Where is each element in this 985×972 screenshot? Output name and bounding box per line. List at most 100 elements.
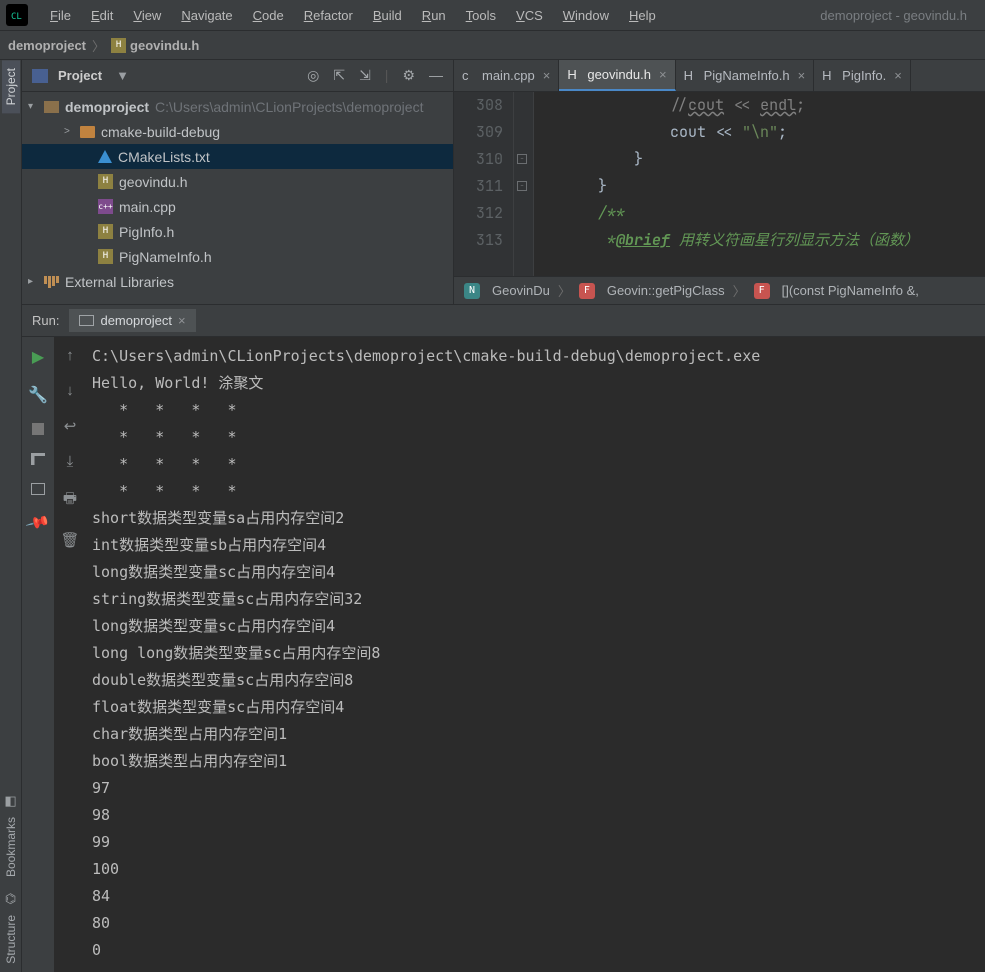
collapse-all-icon[interactable]: ⇲ (359, 67, 371, 84)
hide-icon[interactable]: — (429, 67, 443, 84)
crumb-label[interactable]: Geovin::getPigClass (607, 283, 725, 298)
up-icon[interactable]: ↑ (66, 347, 74, 364)
tool-project[interactable]: Project (2, 60, 20, 113)
chevron-down-icon[interactable]: ▼ (116, 68, 129, 83)
tree-item-geovindu-h[interactable]: Hgeovindu.h (22, 169, 453, 194)
menu-file[interactable]: File (40, 4, 81, 27)
tool-structure[interactable]: Structure (2, 907, 20, 972)
project-header: Project ▼ ◎ ⇱ ⇲ | ⚙ — (22, 60, 453, 92)
fold-marker[interactable]: - (517, 154, 527, 164)
chevron-right-icon: 〉 (558, 281, 571, 300)
stop-icon[interactable] (32, 423, 44, 435)
gear-icon[interactable]: ⚙ (402, 67, 415, 84)
tab-geovindu-h[interactable]: Hgeovindu.h × (559, 60, 675, 91)
trash-icon[interactable]: 🗑 (60, 531, 79, 549)
tree-item-label: geovindu.h (119, 174, 188, 190)
down-icon[interactable]: ↓ (66, 382, 74, 399)
project-title[interactable]: Project (58, 68, 102, 83)
tree-item-cmake-build-debug[interactable]: >cmake-build-debug (22, 119, 453, 144)
run-config-tab[interactable]: demoproject × (69, 309, 195, 332)
menu-code[interactable]: Code (243, 4, 294, 27)
code-area[interactable]: 308 309 310 311 312 313 -- //cout << end… (454, 92, 985, 276)
tab-main-cpp[interactable]: cmain.cpp× (454, 60, 559, 91)
menu-help[interactable]: Help (619, 4, 666, 27)
close-icon[interactable]: × (659, 67, 667, 82)
menu-navigate[interactable]: Navigate (171, 4, 242, 27)
tree-item-label: CMakeLists.txt (118, 149, 210, 165)
cmake-icon (98, 150, 112, 163)
print-console-icon[interactable]: 🖶 (63, 488, 77, 513)
run-toolbar-primary: ▶ 🔧 📌 (22, 337, 54, 972)
svg-text:CL: CL (11, 12, 22, 22)
cpp-file-icon: c++ (98, 199, 113, 214)
close-icon[interactable]: × (798, 68, 806, 83)
main-area: Project ▼ ◎ ⇱ ⇲ | ⚙ — ▾ demoproject C:\U… (22, 60, 985, 304)
tab-label: PigNameInfo.h (704, 68, 790, 83)
tree-item-PigNameInfo-h[interactable]: HPigNameInfo.h (22, 244, 453, 269)
locate-icon[interactable]: ◎ (307, 67, 319, 84)
tree-root[interactable]: ▾ demoproject C:\Users\admin\CLionProjec… (22, 94, 453, 119)
badge-icon: F (754, 283, 770, 299)
menu-tools[interactable]: Tools (456, 4, 506, 27)
tree-item-PigInfo-h[interactable]: HPigInfo.h (22, 219, 453, 244)
nav-breadcrumb: demoproject 〉 H geovindu.h (0, 30, 985, 60)
run-panel: Run: demoproject × ▶ 🔧 📌 ↑ ↓ ↩ ⤓ 🖶 🗑 C:\… (22, 304, 985, 972)
menu-edit[interactable]: Edit (81, 4, 123, 27)
tree-item-label: cmake-build-debug (101, 124, 220, 140)
external-libraries[interactable]: ▸ External Libraries (22, 269, 453, 294)
console-icon (79, 315, 94, 326)
project-tree: ▾ demoproject C:\Users\admin\CLionProjec… (22, 92, 453, 296)
menu-build[interactable]: Build (363, 4, 412, 27)
editor-crumbs: NGeovinDu〉FGeovin::getPigClass〉F[](const… (454, 276, 985, 304)
wrench-icon[interactable]: 🔧 (28, 385, 48, 405)
fold-column[interactable]: -- (514, 92, 534, 276)
menu-view[interactable]: View (123, 4, 171, 27)
chevron-right-icon: 〉 (92, 36, 105, 55)
close-icon[interactable]: × (178, 313, 186, 328)
header-file-icon: H (111, 38, 126, 53)
run-header: Run: demoproject × (22, 305, 985, 337)
soft-wrap-icon[interactable]: ↩ (64, 417, 77, 435)
tab-PigInfo-[interactable]: H PigInfo. × (814, 60, 911, 91)
run-toolbar-secondary: ↑ ↓ ↩ ⤓ 🖶 🗑 (54, 337, 86, 972)
project-panel: Project ▼ ◎ ⇱ ⇲ | ⚙ — ▾ demoproject C:\U… (22, 60, 454, 304)
tree-item-label: PigNameInfo.h (119, 249, 212, 265)
expand-all-icon[interactable]: ⇱ (333, 67, 345, 84)
play-icon[interactable]: ▶ (32, 347, 44, 367)
close-icon[interactable]: × (543, 68, 551, 83)
crumb-file[interactable]: geovindu.h (130, 38, 199, 53)
header-file-icon: H (567, 68, 581, 82)
header-file-icon: H (684, 69, 698, 83)
code-text[interactable]: //cout << endl; cout << "\n"; } } /** *@… (534, 92, 985, 276)
tree-item-CMakeLists-txt[interactable]: CMakeLists.txt (22, 144, 453, 169)
header-file-icon: H (822, 69, 836, 83)
crumb-label[interactable]: [](const PigNameInfo &, (782, 283, 919, 298)
root-path: C:\Users\admin\CLionProjects\demoproject (155, 99, 423, 115)
tab-label: geovindu.h (587, 67, 651, 82)
chevron-right-icon: 〉 (733, 281, 746, 300)
tab-label: main.cpp (482, 68, 535, 83)
header-file-icon: H (98, 174, 113, 189)
window-title: demoproject - geovindu.h (820, 8, 979, 23)
console-output[interactable]: C:\Users\admin\CLionProjects\demoproject… (86, 337, 985, 972)
menu-bar: CL FileEditViewNavigateCodeRefactorBuild… (0, 0, 985, 30)
tool-bookmarks[interactable]: Bookmarks (2, 809, 20, 885)
scroll-to-end-icon[interactable]: ⤓ (67, 453, 74, 470)
tree-item-main-cpp[interactable]: c++main.cpp (22, 194, 453, 219)
menu-run[interactable]: Run (412, 4, 456, 27)
crumb-label[interactable]: GeovinDu (492, 283, 550, 298)
layout-icon[interactable] (31, 453, 45, 465)
fold-marker[interactable]: - (517, 181, 527, 191)
editor-panel: cmain.cpp×Hgeovindu.h×HPigNameInfo.h×HPi… (454, 60, 985, 304)
menu-window[interactable]: Window (553, 4, 619, 27)
run-label: Run: (32, 313, 59, 328)
crumb-project[interactable]: demoproject (8, 38, 86, 53)
run-config-name: demoproject (100, 313, 172, 328)
close-icon[interactable]: × (894, 68, 902, 83)
print-icon[interactable] (31, 483, 45, 495)
tab-PigNameInfo-h[interactable]: H PigNameInfo.h × (676, 60, 815, 91)
tab-label: PigInfo. (842, 68, 886, 83)
pin-icon[interactable]: 📌 (24, 509, 51, 536)
menu-refactor[interactable]: Refactor (294, 4, 363, 27)
menu-vcs[interactable]: VCS (506, 4, 553, 27)
